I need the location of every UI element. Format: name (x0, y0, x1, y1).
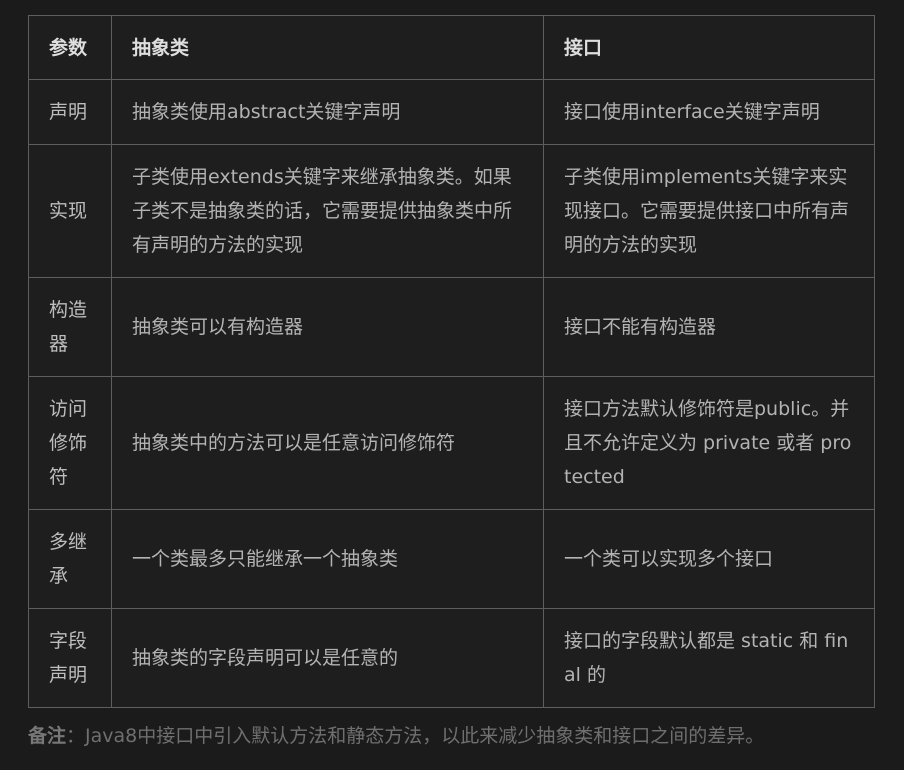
row-label: 多继承 (28, 509, 112, 609)
comparison-table-wrapper: 参数 抽象类 接口 声明 抽象类使用abstract关键字声明 接口使用inte… (28, 15, 875, 708)
table-row: 访问修饰符 抽象类中的方法可以是任意访问修饰符 接口方法默认修饰符是public… (28, 376, 875, 510)
abstract-cell: 子类使用extends关键字来继承抽象类。如果子类不是抽象类的话，它需要提供抽象… (111, 144, 544, 278)
header-param: 参数 (28, 15, 112, 80)
interface-cell: 接口使用interface关键字声明 (543, 79, 875, 145)
abstract-cell: 抽象类的字段声明可以是任意的 (111, 608, 544, 708)
interface-cell: 一个类可以实现多个接口 (543, 509, 875, 609)
abstract-cell: 抽象类可以有构造器 (111, 277, 544, 377)
table-row: 声明 抽象类使用abstract关键字声明 接口使用interface关键字声明 (28, 79, 875, 145)
interface-cell: 接口方法默认修饰符是public。并且不允许定义为 private 或者 pro… (543, 376, 875, 510)
abstract-cell: 一个类最多只能继承一个抽象类 (111, 509, 544, 609)
table-row: 多继承 一个类最多只能继承一个抽象类 一个类可以实现多个接口 (28, 509, 875, 609)
interface-cell: 接口不能有构造器 (543, 277, 875, 377)
row-label: 构造器 (28, 277, 112, 377)
row-label: 字段声明 (28, 608, 112, 708)
table-row: 实现 子类使用extends关键字来继承抽象类。如果子类不是抽象类的话，它需要提… (28, 144, 875, 278)
comparison-table: 参数 抽象类 接口 声明 抽象类使用abstract关键字声明 接口使用inte… (28, 15, 875, 708)
row-label: 声明 (28, 79, 112, 145)
footnote-label: 备注 (28, 725, 67, 747)
row-label: 访问修饰符 (28, 376, 112, 510)
row-label: 实现 (28, 144, 112, 278)
footnote-text: ：Java8中接口中引入默认方法和静态方法，以此来减少抽象类和接口之间的差异。 (66, 725, 765, 747)
interface-cell: 接口的字段默认都是 static 和 final 的 (543, 608, 875, 708)
interface-cell: 子类使用implements关键字来实现接口。它需要提供接口中所有声明的方法的实… (543, 144, 875, 278)
table-row: 字段声明 抽象类的字段声明可以是任意的 接口的字段默认都是 static 和 f… (28, 608, 875, 708)
header-interface: 接口 (543, 15, 875, 80)
abstract-cell: 抽象类使用abstract关键字声明 (111, 79, 544, 145)
table-header-row: 参数 抽象类 接口 (28, 15, 875, 80)
abstract-cell: 抽象类中的方法可以是任意访问修饰符 (111, 376, 544, 510)
header-abstract-class: 抽象类 (111, 15, 544, 80)
table-row: 构造器 抽象类可以有构造器 接口不能有构造器 (28, 277, 875, 377)
footnote: 备注：Java8中接口中引入默认方法和静态方法，以此来减少抽象类和接口之间的差异… (28, 719, 888, 753)
